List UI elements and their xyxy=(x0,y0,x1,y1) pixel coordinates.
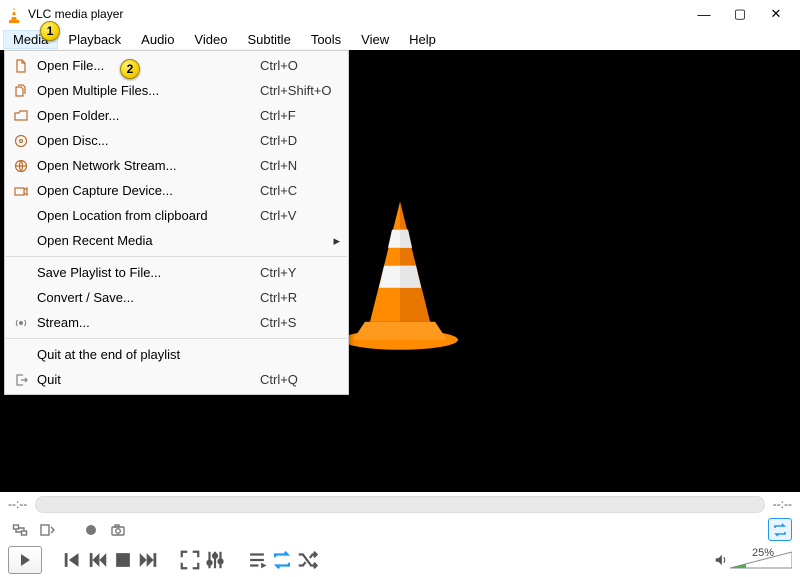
time-total: --:-- xyxy=(773,497,792,511)
menu-open-capture-device[interactable]: Open Capture Device... Ctrl+C xyxy=(5,178,348,203)
menu-view[interactable]: View xyxy=(351,30,399,49)
seek-bar-row: --:-- --:-- xyxy=(0,492,800,516)
previous-button[interactable] xyxy=(87,549,109,571)
volume-control[interactable]: 25% xyxy=(714,550,792,570)
record-button[interactable] xyxy=(79,518,103,541)
play-button[interactable] xyxy=(8,546,42,574)
menu-bar: Media Playback Audio Video Subtitle Tool… xyxy=(0,28,800,50)
title-bar: VLC media player — ▢ ✕ xyxy=(0,0,800,28)
menu-stream[interactable]: Stream... Ctrl+S xyxy=(5,310,348,335)
loop-all-button[interactable] xyxy=(768,518,792,541)
window-title: VLC media player xyxy=(28,7,123,21)
vlc-logo-icon xyxy=(335,192,465,357)
ab-loop-button[interactable] xyxy=(8,518,32,541)
frame-step-button[interactable] xyxy=(35,518,59,541)
menu-convert-save[interactable]: Convert / Save... Ctrl+R xyxy=(5,285,348,310)
next-button[interactable] xyxy=(137,549,159,571)
time-elapsed: --:-- xyxy=(8,497,27,511)
menu-separator xyxy=(6,256,347,257)
menu-help[interactable]: Help xyxy=(399,30,446,49)
menu-open-multiple-files[interactable]: Open Multiple Files... Ctrl+Shift+O xyxy=(5,78,348,103)
annotation-badge-2: 2 xyxy=(120,59,140,79)
submenu-arrow-icon: ▸ xyxy=(328,233,340,249)
seek-slider[interactable] xyxy=(35,496,764,513)
close-button[interactable]: ✕ xyxy=(758,0,794,28)
stop-button[interactable] xyxy=(112,549,134,571)
extended-settings-button[interactable] xyxy=(204,549,226,571)
vlc-cone-icon xyxy=(6,6,22,22)
menu-quit[interactable]: Quit Ctrl+Q xyxy=(5,367,348,392)
speaker-icon xyxy=(714,553,728,567)
snapshot-button[interactable] xyxy=(106,518,130,541)
minimize-button[interactable]: — xyxy=(686,0,722,28)
menu-playback[interactable]: Playback xyxy=(58,30,131,49)
annotation-badge-1: 1 xyxy=(40,21,60,41)
file-icon xyxy=(11,57,31,75)
menu-audio[interactable]: Audio xyxy=(131,30,184,49)
stream-icon xyxy=(11,314,31,332)
menu-open-network-stream[interactable]: Open Network Stream... Ctrl+N xyxy=(5,153,348,178)
menu-tools[interactable]: Tools xyxy=(301,30,351,49)
menu-quit-end-playlist[interactable]: Quit at the end of playlist xyxy=(5,342,348,367)
toolbar-row-2: 25% xyxy=(0,543,800,577)
fullscreen-button[interactable] xyxy=(179,549,201,571)
volume-percent: 25% xyxy=(752,547,774,559)
menu-save-playlist[interactable]: Save Playlist to File... Ctrl+Y xyxy=(5,260,348,285)
shuffle-button[interactable] xyxy=(296,549,318,571)
maximize-button[interactable]: ▢ xyxy=(722,0,758,28)
capture-icon xyxy=(11,182,31,200)
network-icon xyxy=(11,157,31,175)
folder-icon xyxy=(11,107,31,125)
playlist-button[interactable] xyxy=(246,549,268,571)
menu-open-recent-media[interactable]: Open Recent Media ▸ xyxy=(5,228,348,253)
files-icon xyxy=(11,82,31,100)
menu-open-folder[interactable]: Open Folder... Ctrl+F xyxy=(5,103,348,128)
disc-icon xyxy=(11,132,31,150)
media-menu-dropdown: Open File... Ctrl+O Open Multiple Files.… xyxy=(4,50,349,395)
menu-video[interactable]: Video xyxy=(184,30,237,49)
menu-subtitle[interactable]: Subtitle xyxy=(237,30,300,49)
menu-separator xyxy=(6,338,347,339)
quit-icon xyxy=(11,371,31,389)
menu-open-file[interactable]: Open File... Ctrl+O xyxy=(5,53,348,78)
menu-open-clipboard[interactable]: Open Location from clipboard Ctrl+V xyxy=(5,203,348,228)
skip-back-button[interactable] xyxy=(62,549,84,571)
loop-button[interactable] xyxy=(271,549,293,571)
toolbar-row-1 xyxy=(0,516,800,543)
menu-open-disc[interactable]: Open Disc... Ctrl+D xyxy=(5,128,348,153)
